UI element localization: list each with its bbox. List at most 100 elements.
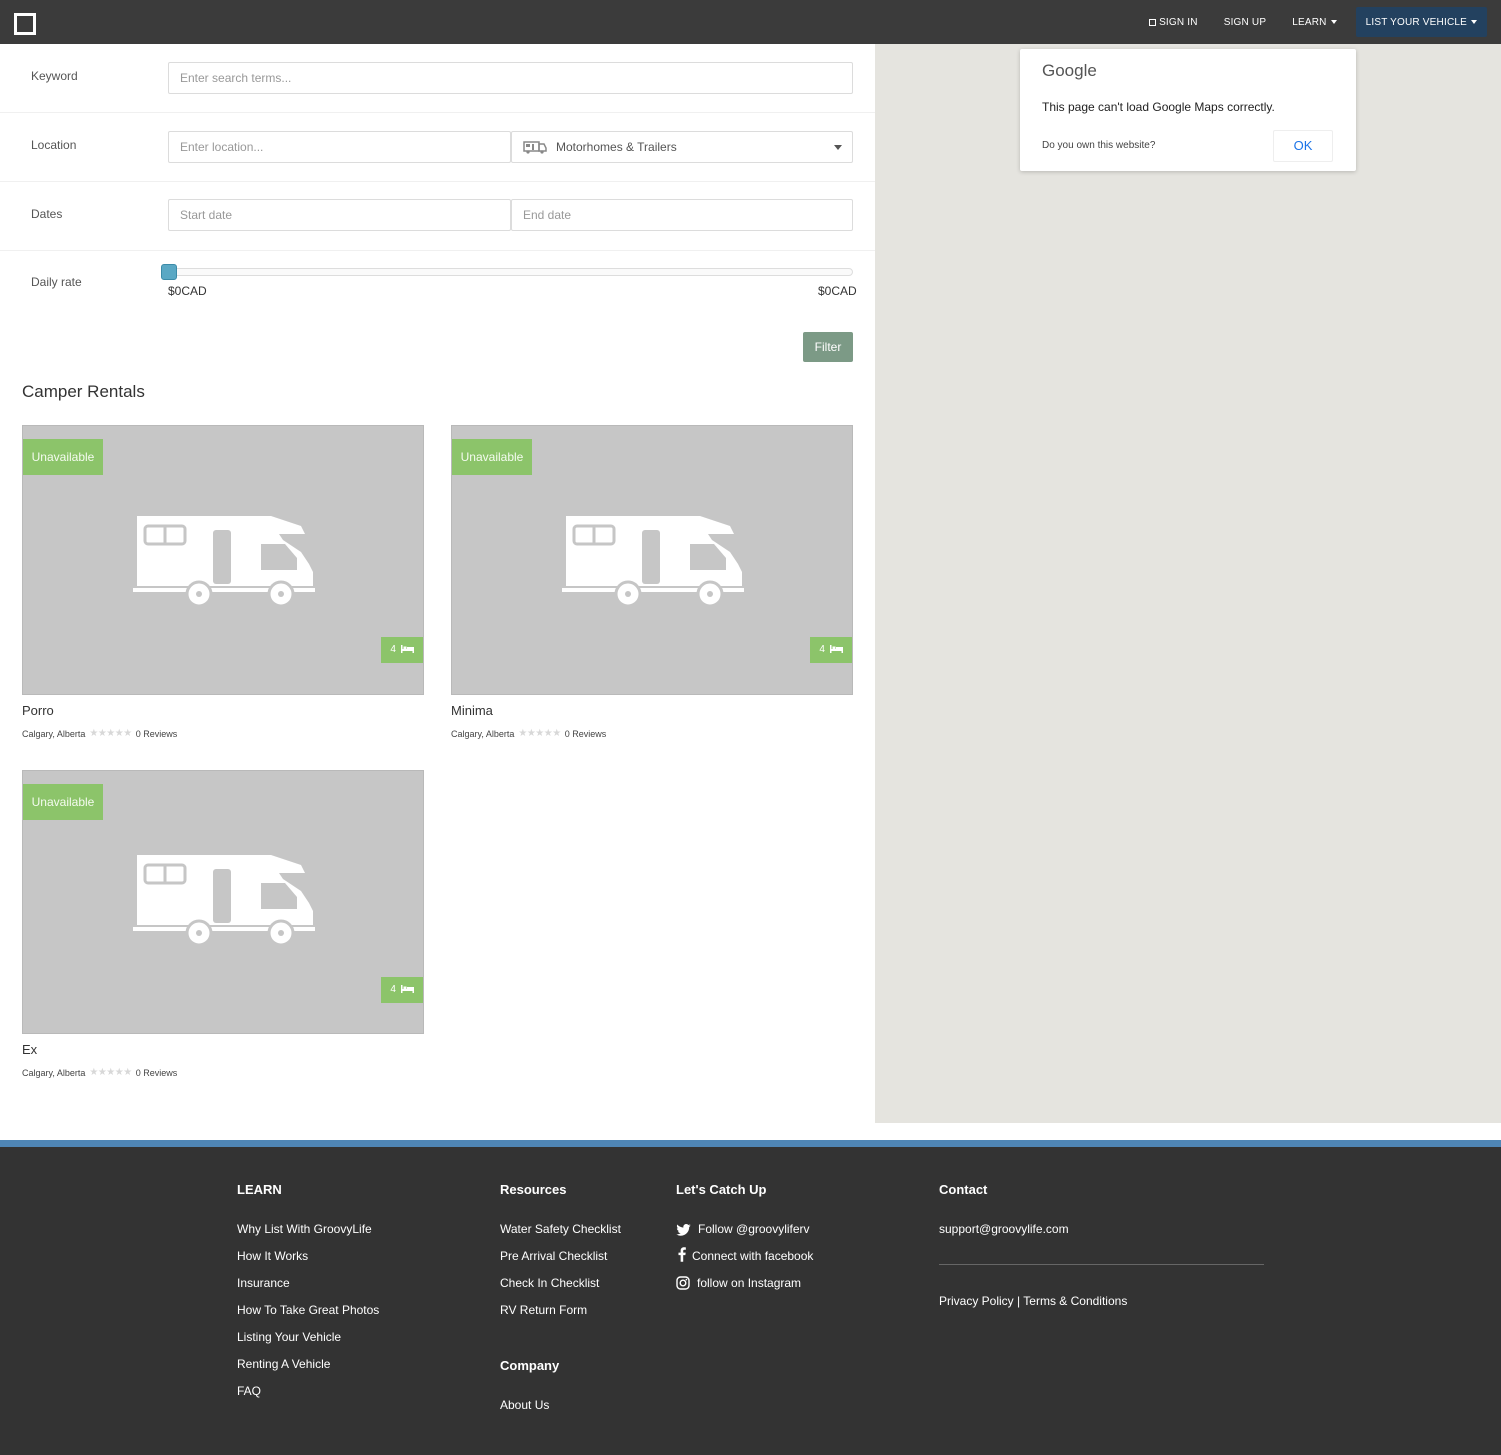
nav-links: SIGN IN SIGN UP LEARN LIST YOUR VEHICLE: [1136, 7, 1487, 37]
beds-count: 4: [819, 644, 825, 655]
listing-meta: Calgary, Alberta ★★★★★ 0 Reviews: [22, 728, 177, 739]
caret-down-icon: [1471, 20, 1477, 24]
start-date-input[interactable]: Start date: [168, 199, 511, 231]
footer-divider: [939, 1264, 1264, 1265]
listing-meta: Calgary, Alberta ★★★★★ 0 Reviews: [451, 728, 606, 739]
sign-up-link[interactable]: SIGN UP: [1211, 7, 1280, 37]
rating-stars: ★★★★★: [89, 728, 132, 739]
learn-label: LEARN: [1292, 16, 1327, 28]
status-badge: Unavailable: [23, 784, 103, 820]
legal-separator: |: [1017, 1294, 1021, 1308]
listing-location: Calgary, Alberta: [22, 728, 86, 739]
beds-badge: 4: [810, 637, 852, 663]
instagram-icon: [676, 1276, 690, 1290]
rate-max-value: $0CAD: [818, 284, 857, 298]
keyword-input[interactable]: Enter search terms...: [168, 62, 853, 94]
rating-stars: ★★★★★: [518, 728, 561, 739]
footer-link[interactable]: Pre Arrival Checklist: [500, 1249, 607, 1263]
sign-in-label: SIGN IN: [1159, 16, 1198, 28]
listing-meta: Calgary, Alberta ★★★★★ 0 Reviews: [22, 1067, 177, 1078]
beds-badge: 4: [381, 977, 423, 1003]
review-count[interactable]: 0 Reviews: [565, 729, 607, 739]
footer-contact-heading: Contact: [939, 1182, 988, 1197]
footer-learn-heading: LEARN: [237, 1182, 282, 1197]
map-error-ok-button[interactable]: OK: [1273, 130, 1333, 162]
listing-image[interactable]: Unavailable 4: [451, 425, 853, 695]
footer-link[interactable]: How It Works: [237, 1249, 308, 1263]
footer-link[interactable]: RV Return Form: [500, 1303, 587, 1317]
footer-stripe: [0, 1140, 1501, 1147]
status-badge: Unavailable: [452, 439, 532, 475]
footer-company-heading: Company: [500, 1358, 560, 1373]
facebook-link[interactable]: Connect with facebook: [692, 1249, 813, 1263]
listing-image[interactable]: Unavailable 4: [22, 425, 424, 695]
dates-row: Dates Start date End date: [0, 182, 875, 251]
filter-button[interactable]: Filter: [803, 332, 853, 362]
map-error-message: This page can't load Google Maps correct…: [1042, 100, 1275, 114]
google-logo: Google: [1042, 61, 1097, 80]
map-panel[interactable]: Google This page can't load Google Maps …: [875, 44, 1501, 1123]
footer-link[interactable]: Why List With GroovyLife: [237, 1222, 372, 1236]
chevron-down-icon: [834, 145, 842, 150]
review-count[interactable]: 0 Reviews: [136, 1068, 178, 1078]
map-error-question: Do you own this website?: [1042, 140, 1156, 151]
twitter-icon: [676, 1224, 691, 1236]
privacy-policy-link[interactable]: Privacy Policy: [939, 1294, 1014, 1308]
listing-title[interactable]: Minima: [451, 703, 493, 718]
facebook-icon: [678, 1247, 686, 1262]
vehicle-type-select[interactable]: Motorhomes & Trailers: [511, 131, 853, 163]
footer-link[interactable]: Water Safety Checklist: [500, 1222, 621, 1236]
list-vehicle-button[interactable]: LIST YOUR VEHICLE: [1355, 7, 1487, 37]
terms-link[interactable]: Terms & Conditions: [1023, 1294, 1127, 1308]
footer-link[interactable]: Insurance: [237, 1276, 290, 1290]
keyword-label: Keyword: [31, 69, 78, 83]
contact-email-link[interactable]: support@groovylife.com: [939, 1222, 1069, 1236]
daily-rate-slider-track[interactable]: [168, 268, 853, 276]
footer-link[interactable]: Renting A Vehicle: [237, 1357, 330, 1371]
site-logo[interactable]: [14, 13, 36, 35]
keyword-row: Keyword Enter search terms...: [0, 44, 875, 113]
end-date-input[interactable]: End date: [511, 199, 853, 231]
status-badge: Unavailable: [23, 439, 103, 475]
camper-placeholder-icon: [133, 855, 315, 946]
camper-placeholder-icon: [562, 516, 744, 607]
footer-social-heading: Let's Catch Up: [676, 1182, 767, 1197]
footer-link[interactable]: About Us: [500, 1398, 549, 1412]
listing-image[interactable]: Unavailable 4: [22, 770, 424, 1034]
legal-links: Privacy Policy | Terms & Conditions: [939, 1294, 1127, 1308]
beds-badge: 4: [381, 637, 423, 663]
bed-icon: [400, 985, 414, 994]
beds-count: 4: [390, 984, 396, 995]
listing-title[interactable]: Porro: [22, 703, 54, 718]
top-navbar: SIGN IN SIGN UP LEARN LIST YOUR VEHICLE: [0, 0, 1501, 44]
map-error-dialog: Google This page can't load Google Maps …: [1020, 49, 1356, 171]
listing-title[interactable]: Ex: [22, 1042, 37, 1057]
footer-link[interactable]: Listing Your Vehicle: [237, 1330, 341, 1344]
learn-dropdown[interactable]: LEARN: [1279, 7, 1349, 37]
daily-rate-slider-handle[interactable]: [161, 264, 177, 280]
caret-down-icon: [1330, 20, 1337, 24]
footer-link[interactable]: How To Take Great Photos: [237, 1303, 379, 1317]
section-title: Camper Rentals: [22, 382, 145, 401]
listing-location: Calgary, Alberta: [451, 728, 515, 739]
footer-link[interactable]: Check In Checklist: [500, 1276, 599, 1290]
listing-location: Calgary, Alberta: [22, 1067, 86, 1078]
twitter-link[interactable]: Follow @groovyliferv: [698, 1222, 810, 1236]
daily-rate-label: Daily rate: [31, 275, 82, 289]
footer-resources-heading: Resources: [500, 1182, 567, 1197]
location-label: Location: [31, 138, 77, 152]
sign-in-link[interactable]: SIGN IN: [1136, 7, 1211, 37]
location-input[interactable]: Enter location...: [168, 131, 511, 163]
list-vehicle-label: LIST YOUR VEHICLE: [1365, 16, 1467, 28]
instagram-link[interactable]: follow on Instagram: [697, 1276, 801, 1290]
sign-in-icon: [1149, 18, 1157, 26]
sign-up-label: SIGN UP: [1223, 16, 1267, 28]
beds-count: 4: [390, 644, 396, 655]
site-footer: LEARN Why List With GroovyLife How It Wo…: [0, 1147, 1501, 1455]
camper-placeholder-icon: [133, 516, 315, 607]
review-count[interactable]: 0 Reviews: [136, 729, 178, 739]
rating-stars: ★★★★★: [89, 1067, 132, 1078]
vehicle-type-label: Motorhomes & Trailers: [556, 140, 677, 154]
footer-link[interactable]: FAQ: [237, 1384, 261, 1398]
dates-label: Dates: [31, 207, 63, 221]
